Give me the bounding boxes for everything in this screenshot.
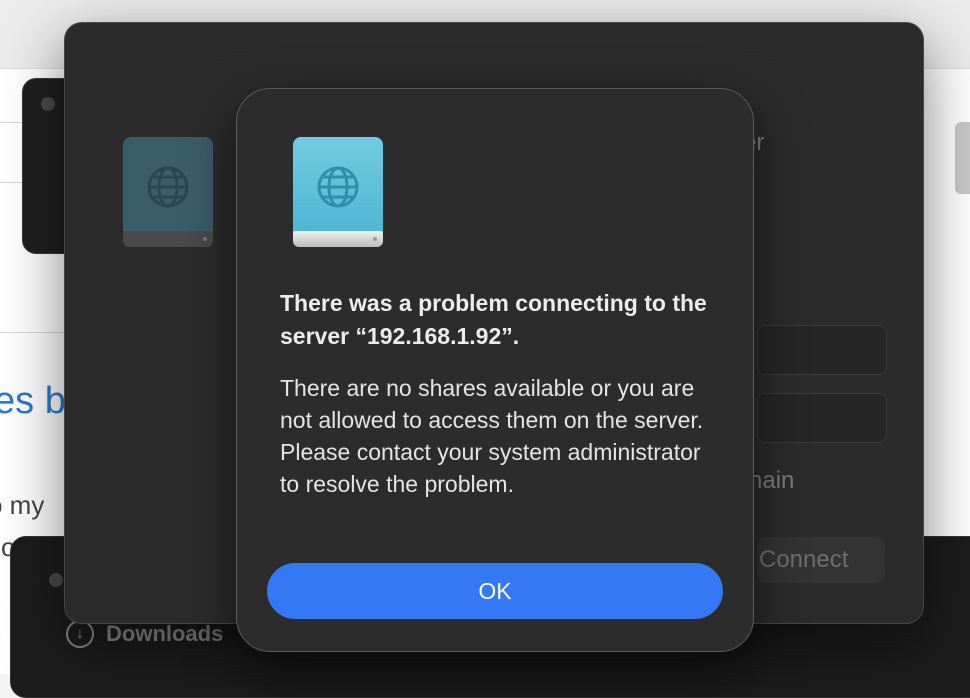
page-text-fragment: s	[0, 612, 1, 643]
side-panel-tab[interactable]	[955, 122, 970, 194]
keychain-label: hain	[749, 467, 795, 494]
globe-icon	[147, 166, 189, 208]
window-close-button[interactable]	[49, 573, 63, 587]
ok-button[interactable]: OK	[267, 563, 723, 619]
page-text-fragment: o my	[0, 490, 45, 520]
favorite-servers-field[interactable]	[757, 393, 887, 443]
download-arrow-icon: ↓	[66, 620, 94, 648]
connection-error-alert: There was a problem connecting to the se…	[236, 88, 754, 652]
connect-button[interactable]: Connect	[757, 537, 885, 583]
sidebar-item-downloads[interactable]: ↓ Downloads	[66, 620, 223, 648]
sidebar-item-label: Downloads	[106, 621, 224, 646]
window-close-button[interactable]	[41, 97, 55, 111]
server-drive-icon	[123, 137, 213, 247]
server-address-field[interactable]	[757, 325, 887, 375]
alert-title: There was a problem connecting to the se…	[280, 290, 707, 349]
alert-message: There are no shares available or you are…	[280, 375, 704, 497]
network-server-icon	[293, 137, 383, 247]
globe-icon	[317, 166, 359, 208]
divider	[0, 332, 70, 333]
